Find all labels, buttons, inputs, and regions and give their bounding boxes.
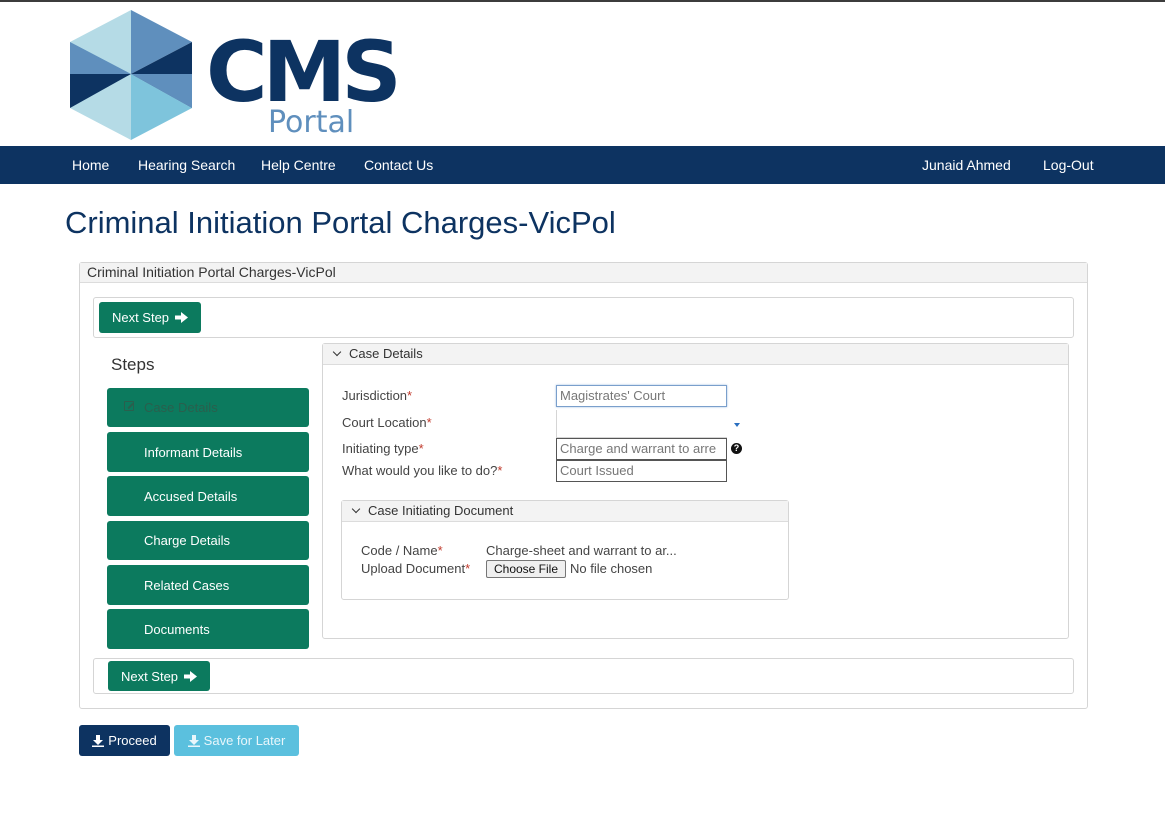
help-question-icon[interactable]: ?	[731, 443, 742, 454]
edit-icon	[124, 401, 134, 411]
case-details-title: Case Details	[349, 346, 423, 361]
bottom-step-bar	[93, 658, 1074, 694]
nav-hearing-search[interactable]: Hearing Search	[138, 146, 235, 184]
step-label: Case Details	[144, 400, 218, 415]
save-for-later-label: Save for Later	[203, 733, 286, 748]
required-mark: *	[418, 441, 424, 456]
proceed-button[interactable]: Proceed	[79, 725, 170, 756]
arrow-right-icon	[184, 670, 198, 682]
step-related-cases[interactable]: Related Cases	[107, 565, 309, 605]
top-navbar: Home Hearing Search Help Centre Contact …	[0, 146, 1165, 184]
download-icon	[187, 734, 200, 747]
save-for-later-button[interactable]: Save for Later	[174, 725, 299, 756]
logo-subtitle: Portal	[268, 105, 355, 140]
upload-document-label: Upload Document*	[361, 561, 470, 576]
step-case-details[interactable]: Case Details	[107, 388, 309, 427]
required-mark: *	[497, 463, 503, 478]
nav-contact-us[interactable]: Contact Us	[364, 146, 433, 184]
initiating-type-label-text: Initiating type	[342, 441, 419, 456]
required-mark: *	[407, 388, 413, 403]
upload-document-label-text: Upload Document	[361, 561, 466, 576]
code-name-label: Code / Name*	[361, 543, 443, 558]
choose-file-button[interactable]: Choose File	[486, 560, 566, 578]
page-title: Criminal Initiation Portal Charges-VicPo…	[65, 205, 616, 240]
cms-portal-logo[interactable]: CMS Portal	[70, 10, 410, 142]
proceed-label: Proceed	[108, 733, 157, 748]
initiating-type-input[interactable]: Charge and warrant to arre	[556, 438, 727, 460]
chevron-down-icon	[332, 347, 342, 357]
initiating-type-label: Initiating type*	[342, 441, 424, 456]
step-informant-details[interactable]: Informant Details	[107, 432, 309, 472]
step-charge-details[interactable]: Charge Details	[107, 521, 309, 560]
no-file-chosen-text: No file chosen	[570, 561, 653, 576]
nav-help-centre[interactable]: Help Centre	[261, 146, 336, 184]
wizard-panel-header: Criminal Initiation Portal Charges-VicPo…	[80, 263, 1087, 283]
document-header[interactable]: Case Initiating Document	[342, 501, 788, 522]
nav-home[interactable]: Home	[72, 146, 109, 184]
court-location-label: Court Location*	[342, 415, 432, 430]
court-location-select[interactable]	[556, 410, 727, 438]
next-step-label: Next Step	[111, 310, 170, 325]
caret-down-icon[interactable]	[734, 423, 740, 427]
next-step-label: Next Step	[120, 668, 179, 684]
next-step-button-top[interactable]: Next Step	[99, 302, 201, 333]
step-label: Documents	[144, 621, 210, 637]
required-mark: *	[465, 561, 471, 576]
step-label: Charge Details	[144, 533, 230, 548]
action-input[interactable]: Court Issued	[556, 460, 727, 482]
chevron-down-icon	[351, 504, 361, 514]
action-label-text: What would you like to do?	[342, 463, 498, 478]
download-icon	[92, 734, 105, 747]
step-label: Related Cases	[144, 577, 230, 593]
step-label: Accused Details	[144, 488, 238, 504]
required-mark: *	[437, 543, 443, 558]
code-name-label-text: Code / Name	[361, 543, 438, 558]
step-documents[interactable]: Documents	[107, 609, 309, 649]
code-name-value: Charge-sheet and warrant to ar...	[486, 543, 677, 558]
nav-user-name[interactable]: Junaid Ahmed	[922, 146, 1011, 184]
court-location-label-text: Court Location	[342, 415, 427, 430]
jurisdiction-label: Jurisdiction*	[342, 388, 412, 403]
step-label: Informant Details	[144, 444, 243, 460]
required-mark: *	[426, 415, 432, 430]
step-accused-details[interactable]: Accused Details	[107, 476, 309, 516]
next-step-button-bottom[interactable]: Next Step	[108, 661, 210, 691]
top-border	[0, 0, 1165, 2]
hexagon-logo-icon	[70, 10, 192, 140]
steps-heading: Steps	[111, 355, 155, 374]
jurisdiction-label-text: Jurisdiction	[342, 388, 408, 403]
arrow-right-icon	[175, 312, 189, 323]
document-title: Case Initiating Document	[368, 503, 514, 518]
logo-wordmark: CMS	[206, 23, 402, 121]
action-label: What would you like to do?*	[342, 463, 502, 478]
jurisdiction-input[interactable]: Magistrates' Court	[556, 385, 727, 407]
nav-logout[interactable]: Log-Out	[1043, 146, 1094, 184]
top-step-bar	[93, 297, 1074, 338]
case-details-header[interactable]: Case Details	[323, 344, 1068, 365]
